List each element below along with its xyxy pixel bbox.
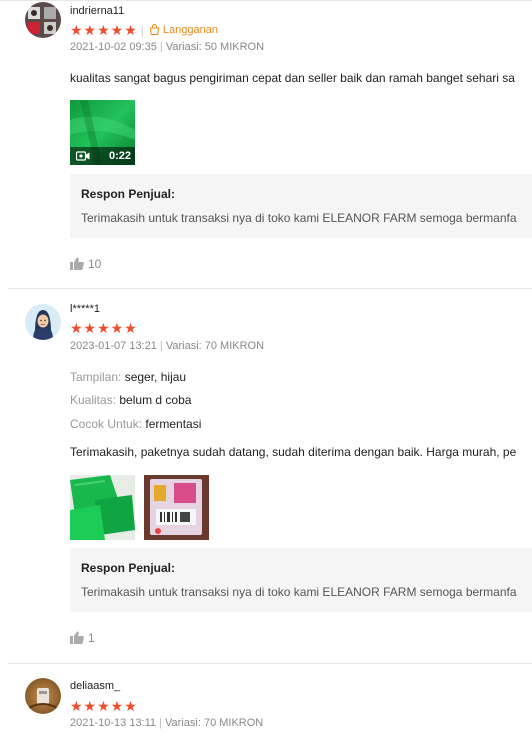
review-attribute: Kualitas: belum d coba [70,393,191,407]
review-text: Terimakasih, paketnya sudah datang, suda… [70,445,517,459]
like-button[interactable]: 1 [70,631,95,645]
thumbs-up-icon [70,631,84,644]
attribute-label: Tampilan: [70,370,122,384]
review-meta: 2021-10-02 09:35 | Variasi: 50 MIKRON [70,41,265,53]
star-rating: ★★★★★ | Langganan [70,23,218,38]
star-icons: ★★★★★ [70,320,138,336]
review-date: 2023-01-07 13:21 [70,340,157,352]
like-count: 10 [88,257,102,271]
star-icons: ★★★★★ [70,698,138,714]
rating-divider: | [140,24,145,38]
seller-response-title: Respon Penjual: [81,561,176,575]
review-photo-thumbnail[interactable] [70,475,135,540]
review-date: 2021-10-13 13:11 [70,717,157,729]
badge-label: Langganan [162,24,218,36]
review-variant: Variasi: 70 MIKRON [165,717,264,729]
attribute-label: Cocok Untuk: [70,417,143,431]
review-photo-thumbnail[interactable] [144,475,209,540]
review-item: deliaasm_ ★★★★★ 2021-10-13 13:11 | Varia… [0,664,532,737]
video-duration: 0:22 [108,150,131,162]
attribute-value: seger, hijau [124,370,187,384]
like-count: 1 [88,631,95,645]
review-date: 2021-10-02 09:35 [70,41,157,53]
review-item: indrierna11 ★★★★★ | Langganan 2021-10-02 0… [0,0,532,288]
star-rating: ★★★★★ [70,321,138,335]
video-camera-icon [76,151,90,161]
avatar[interactable] [25,678,61,714]
seller-response: Respon Penjual: Terimakasih untuk transa… [70,548,532,612]
review-text: kualitas sangat bagus pengiriman cepat d… [70,71,515,85]
subscriber-badge: Langganan [149,24,218,36]
seller-response: Respon Penjual: Terimakasih untuk transa… [70,174,532,238]
reviewer-username[interactable]: l*****1 [70,303,100,315]
thumbs-up-icon [70,257,84,270]
review-meta: 2023-01-07 13:21 | Variasi: 70 MIKRON [70,340,265,352]
seller-response-title: Respon Penjual: [81,187,176,201]
review-variant: Variasi: 70 MIKRON [165,340,265,352]
review-attribute: Tampilan: seger, hijau [70,370,186,384]
review-item: l*****1 ★★★★★ 2023-01-07 13:21 | Variasi… [0,289,532,663]
reviewer-username[interactable]: indrierna11 [70,5,124,17]
review-attribute: Cocok Untuk: fermentasi [70,417,201,431]
star-icons: ★★★★★ [70,22,138,38]
like-button[interactable]: 10 [70,257,101,271]
bag-icon [149,24,159,35]
review-meta: 2021-10-13 13:11 | Variasi: 70 MIKRON [70,717,264,729]
attribute-value: belum d coba [119,393,192,407]
review-video-thumbnail[interactable]: 0:22 [70,100,135,165]
review-variant: Variasi: 50 MIKRON [165,41,265,53]
attribute-label: Kualitas: [70,393,117,407]
seller-response-text: Terimakasih untuk transaksi nya di toko … [81,585,517,599]
attribute-value: fermentasi [145,417,202,431]
seller-response-text: Terimakasih untuk transaksi nya di toko … [81,211,517,225]
avatar[interactable] [25,2,61,38]
reviewer-username[interactable]: deliaasm_ [70,680,120,692]
avatar[interactable] [25,304,61,340]
star-rating: ★★★★★ [70,699,138,713]
